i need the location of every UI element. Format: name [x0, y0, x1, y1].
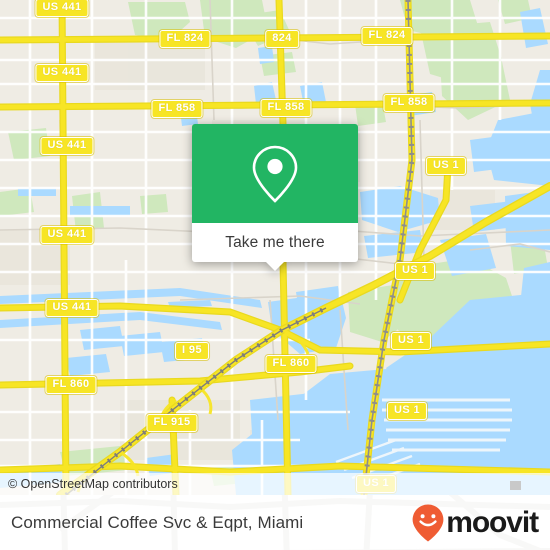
callout-pointer: [265, 261, 285, 271]
road-shield: US 441: [35, 64, 89, 82]
map-screenshot: US 441 FL 824 824 FL 824 US 441 FL 858 FL 858 F…: [0, 0, 550, 550]
map-pin-icon: [252, 145, 298, 203]
poi-callout-card[interactable]: Take me there: [192, 124, 358, 271]
road-shield: FL 860: [265, 355, 317, 373]
moovit-wordmark: moovit: [446, 505, 539, 539]
road-shield: 824: [265, 30, 299, 48]
road-shield: FL 858: [383, 94, 435, 112]
map-canvas[interactable]: US 441 FL 824 824 FL 824 US 441 FL 858 FL 858 F…: [0, 0, 550, 495]
road-shield: FL 858: [260, 99, 312, 117]
road-shield: FL 824: [361, 27, 413, 45]
map-attribution[interactable]: © OpenStreetMap contributors: [0, 473, 550, 495]
road-shield: US 441: [40, 226, 94, 244]
road-shield: I 95: [175, 342, 209, 360]
road-shield: FL 860: [45, 376, 97, 394]
road-shield: US 1: [425, 157, 467, 175]
road-shield: FL 915: [146, 414, 198, 432]
moovit-smiley-pin-icon: [412, 504, 444, 541]
road-shield: US 1: [394, 262, 436, 280]
poi-card-image: [192, 124, 358, 223]
poi-card-action[interactable]: Take me there: [192, 223, 358, 271]
road-shield: FL 858: [151, 100, 203, 118]
road-shield: US 441: [40, 137, 94, 155]
road-shield: FL 824: [159, 30, 211, 48]
take-me-there-label: Take me there: [225, 233, 325, 251]
moovit-logo[interactable]: moovit: [411, 503, 539, 543]
page-title: Commercial Coffee Svc & Eqpt, Miami: [11, 512, 304, 532]
road-shield: US 441: [45, 299, 99, 317]
road-shield: US 1: [386, 402, 428, 420]
road-shield: US 1: [390, 332, 432, 350]
road-shield: US 441: [35, 0, 89, 17]
footer-bar: Commercial Coffee Svc & Eqpt, Miami moov…: [0, 495, 550, 550]
